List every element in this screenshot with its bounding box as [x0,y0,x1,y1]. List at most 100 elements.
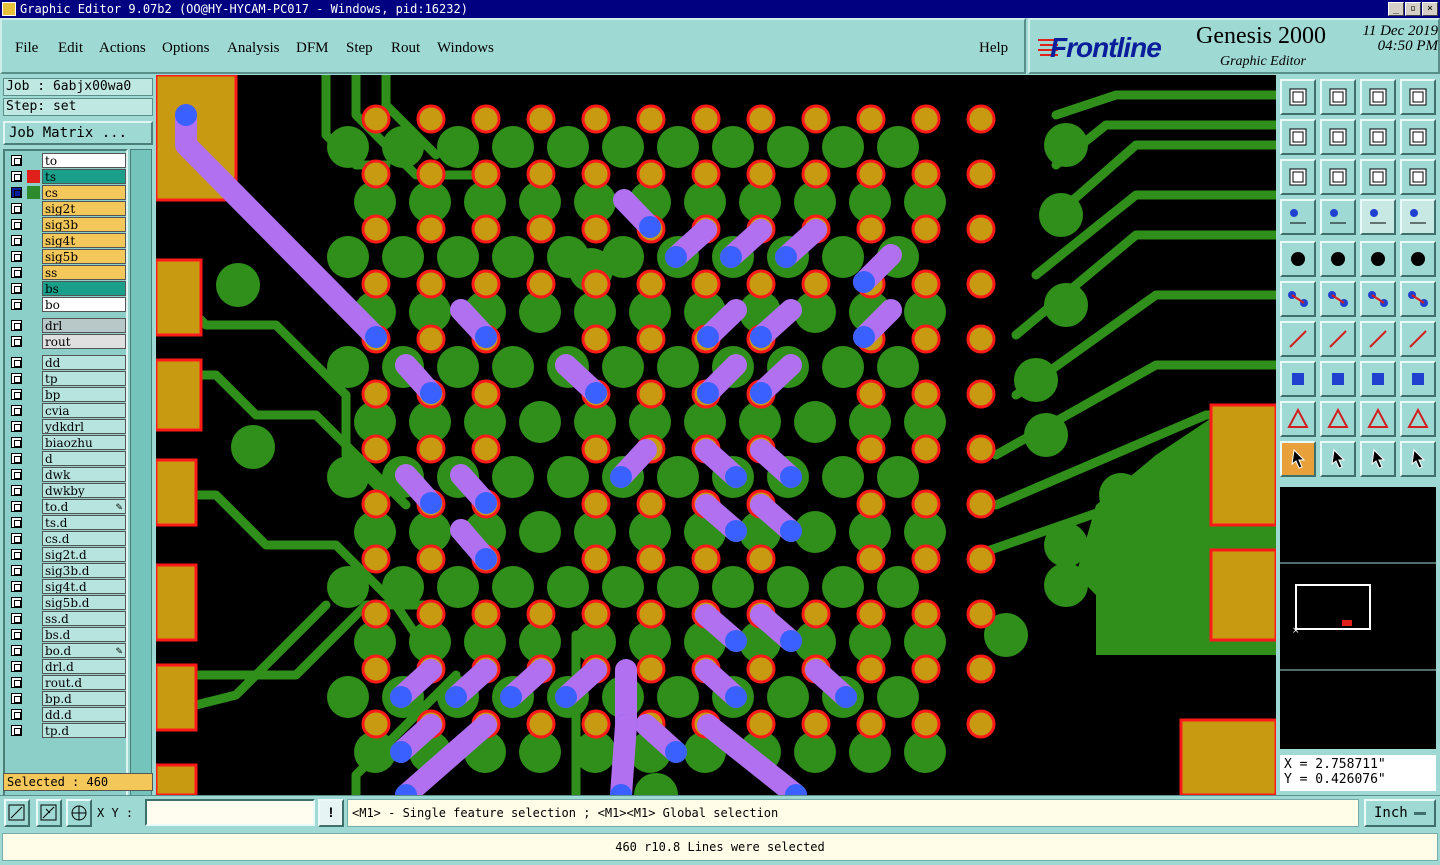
layer-checkbox[interactable] [11,661,22,672]
layer-name[interactable]: bp.d [42,691,126,706]
pads-route-icon[interactable] [1400,199,1436,235]
layer-name[interactable]: ss.d [42,611,126,626]
layer-name[interactable]: tp [42,371,126,386]
layer-name[interactable]: dd [42,355,126,370]
layer-name[interactable]: ts.d [42,515,126,530]
layer-row-rout[interactable]: rout [8,334,126,349]
pad-select-icon[interactable] [1280,361,1316,397]
pan-swap-icon[interactable] [1360,119,1396,155]
layer-name[interactable]: ydkdrl [42,419,126,434]
scale-icon[interactable] [1360,159,1396,195]
triangle-b-icon[interactable] [1360,401,1396,437]
overview-window[interactable]: × [1280,487,1436,749]
draw-line-icon[interactable] [1280,321,1316,357]
slash-icon[interactable] [1320,321,1356,357]
layer-checkbox[interactable] [11,709,22,720]
layer-row-sig2t[interactable]: sig2t [8,201,126,216]
layer-name[interactable]: sig2t [42,201,126,216]
layer-name[interactable]: dwkby [42,483,126,498]
layer-name[interactable]: cvia [42,403,126,418]
arrow-pad-icon[interactable] [1400,281,1436,317]
pan-left-icon[interactable] [1280,119,1316,155]
line-pad-icon[interactable] [1360,281,1396,317]
menu-actions[interactable]: Actions [99,40,146,57]
layer-row-dwk[interactable]: dwk [8,467,126,482]
minimize-button[interactable]: _ [1388,2,1404,16]
layer-checkbox[interactable] [11,437,22,448]
layer-row-to[interactable]: to [8,153,126,168]
connect-icon[interactable] [1320,361,1356,397]
measure-icon[interactable] [36,799,62,827]
warning-button[interactable]: ! [318,799,344,827]
layer-name[interactable]: to [42,153,126,168]
layer-checkbox[interactable] [11,267,22,278]
zoom-fit-icon[interactable] [4,799,30,827]
close-button[interactable]: × [1422,2,1438,16]
layer-name[interactable]: sig5b.d [42,595,126,610]
layer-checkbox[interactable] [11,693,22,704]
layer-checkbox[interactable] [11,501,22,512]
layer-name[interactable]: ss [42,265,126,280]
layer-row-tp[interactable]: tp [8,371,126,386]
grid-icon[interactable] [66,799,92,827]
layer-row-rout-d[interactable]: rout.d [8,675,126,690]
layer-checkbox[interactable] [11,613,22,624]
layer-row-ts-d[interactable]: ts.d [8,515,126,530]
layer-checkbox[interactable] [11,549,22,560]
layer-checkbox[interactable] [11,283,22,294]
layer-row-bo-d[interactable]: bo.d ✎ [8,643,126,658]
layer-checkbox[interactable] [11,251,22,262]
layer-row-bp[interactable]: bp [8,387,126,402]
pcb-view[interactable] [156,75,1276,795]
layer-checkbox[interactable] [11,645,22,656]
layer-name[interactable]: sig3b.d [42,563,126,578]
menu-dfm[interactable]: DFM [296,40,329,57]
menu-analysis[interactable]: Analysis [227,40,280,57]
layer-name[interactable]: bs.d [42,627,126,642]
home-icon[interactable] [1360,79,1396,115]
layer-name[interactable]: sig5b [42,249,126,264]
menu-edit[interactable]: Edit [58,40,83,57]
layer-row-d[interactable]: d [8,451,126,466]
drc-icon[interactable] [1400,321,1436,357]
layer-name[interactable]: rout [42,334,126,349]
layer-checkbox[interactable] [11,421,22,432]
home-up-icon[interactable] [1280,79,1316,115]
layer-name[interactable]: bp [42,387,126,402]
fit-icon[interactable] [1280,159,1316,195]
layer-row-sig2t-d[interactable]: sig2t.d [8,547,126,562]
layer-checkbox[interactable] [11,389,22,400]
layer-row-bp-d[interactable]: bp.d [8,691,126,706]
layer-row-sig5b-d[interactable]: sig5b.d [8,595,126,610]
pad-group-icon[interactable] [1400,361,1436,397]
select-ptr-icon[interactable] [1360,441,1396,477]
layer-checkbox[interactable] [11,597,22,608]
menu-help[interactable]: Help [979,40,1008,57]
flash-icon[interactable] [1280,241,1316,277]
layer-name[interactable]: sig2t.d [42,547,126,562]
xy-input[interactable] [145,799,315,826]
layer-checkbox[interactable] [11,219,22,230]
center-icon[interactable] [1320,159,1356,195]
layer-checkbox[interactable] [11,517,22,528]
layer-row-ydkdrl[interactable]: ydkdrl [8,419,126,434]
layer-row-sig3b[interactable]: sig3b [8,217,126,232]
layer-name[interactable]: bo.d ✎ [42,643,126,658]
layer-row-dd-d[interactable]: dd.d [8,707,126,722]
layer-row-ss[interactable]: ss [8,265,126,280]
layer-row-bs[interactable]: bs [8,281,126,296]
layer-checkbox[interactable] [11,581,22,592]
layer-checkbox[interactable] [11,336,22,347]
layer-row-sig3b-d[interactable]: sig3b.d [8,563,126,578]
layer-checkbox[interactable] [11,453,22,464]
layer-checkbox[interactable] [11,187,22,198]
layer-name[interactable]: d [42,451,126,466]
layer-name[interactable]: cs.d [42,531,126,546]
menu-file[interactable]: File [15,40,38,57]
menu-rout[interactable]: Rout [391,40,420,57]
layer-row-sig4t[interactable]: sig4t [8,233,126,248]
layer-name[interactable]: sig4t [42,233,126,248]
layer-row-cvia[interactable]: cvia [8,403,126,418]
cross-icon[interactable] [1320,281,1356,317]
layer-row-sig5b[interactable]: sig5b [8,249,126,264]
